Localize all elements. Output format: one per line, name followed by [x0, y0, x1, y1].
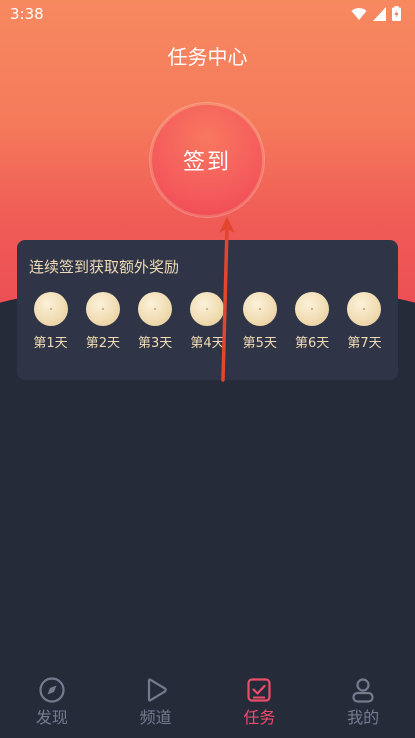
compass-icon: [39, 677, 65, 703]
tab-discover[interactable]: 发现: [0, 656, 104, 738]
signin-button[interactable]: 签到: [152, 105, 262, 215]
coin-icon: [33, 292, 68, 326]
coin-icon: [242, 292, 277, 326]
status-time: 3:38: [10, 5, 44, 23]
coin-icon: [85, 292, 120, 326]
day-label: 第3天: [138, 336, 173, 351]
day-list: 第1天 第2天 第3天 第4天 第5天 第6天 第7天: [25, 292, 390, 351]
annotation-arrow-icon: [219, 217, 235, 382]
play-icon: [147, 678, 167, 702]
day-item-3[interactable]: 第3天: [130, 292, 181, 351]
day-label: 第5天: [242, 336, 277, 351]
tab-label: 任务: [243, 708, 276, 727]
tab-bar: 发现 频道 任务 我的: [0, 656, 415, 738]
day-item-7[interactable]: 第7天: [339, 292, 390, 351]
tab-profile[interactable]: 我的: [311, 656, 415, 738]
day-label: 第2天: [85, 336, 120, 351]
day-label: 第6天: [295, 336, 330, 351]
user-icon: [352, 678, 374, 703]
coin-icon: [138, 292, 173, 326]
coin-icon: [347, 292, 382, 326]
signal-icon: [373, 6, 386, 21]
task-check-icon: [247, 678, 271, 702]
tab-channels[interactable]: 频道: [104, 656, 208, 738]
battery-icon: [392, 6, 401, 21]
status-icons: [351, 6, 401, 21]
day-item-6[interactable]: 第6天: [287, 292, 338, 351]
day-label: 第7天: [347, 336, 382, 351]
day-item-2[interactable]: 第2天: [77, 292, 128, 351]
day-label: 第1天: [33, 336, 68, 351]
page-title: 任务中心: [167, 45, 248, 69]
bonus-card-title: 连续签到获取额外奖励: [29, 258, 180, 276]
status-bar: 3:38: [0, 0, 415, 28]
tab-tasks[interactable]: 任务: [208, 656, 312, 738]
coin-icon: [295, 292, 330, 326]
tab-label: 频道: [139, 708, 172, 727]
wifi-icon: [351, 7, 367, 20]
bonus-card: 连续签到获取额外奖励 第1天 第2天 第3天 第4天 第5天 第6天 第7天: [17, 240, 398, 380]
tab-label: 发现: [35, 708, 68, 727]
day-item-5[interactable]: 第5天: [234, 292, 285, 351]
tab-label: 我的: [347, 708, 380, 727]
day-item-1[interactable]: 第1天: [25, 292, 76, 351]
